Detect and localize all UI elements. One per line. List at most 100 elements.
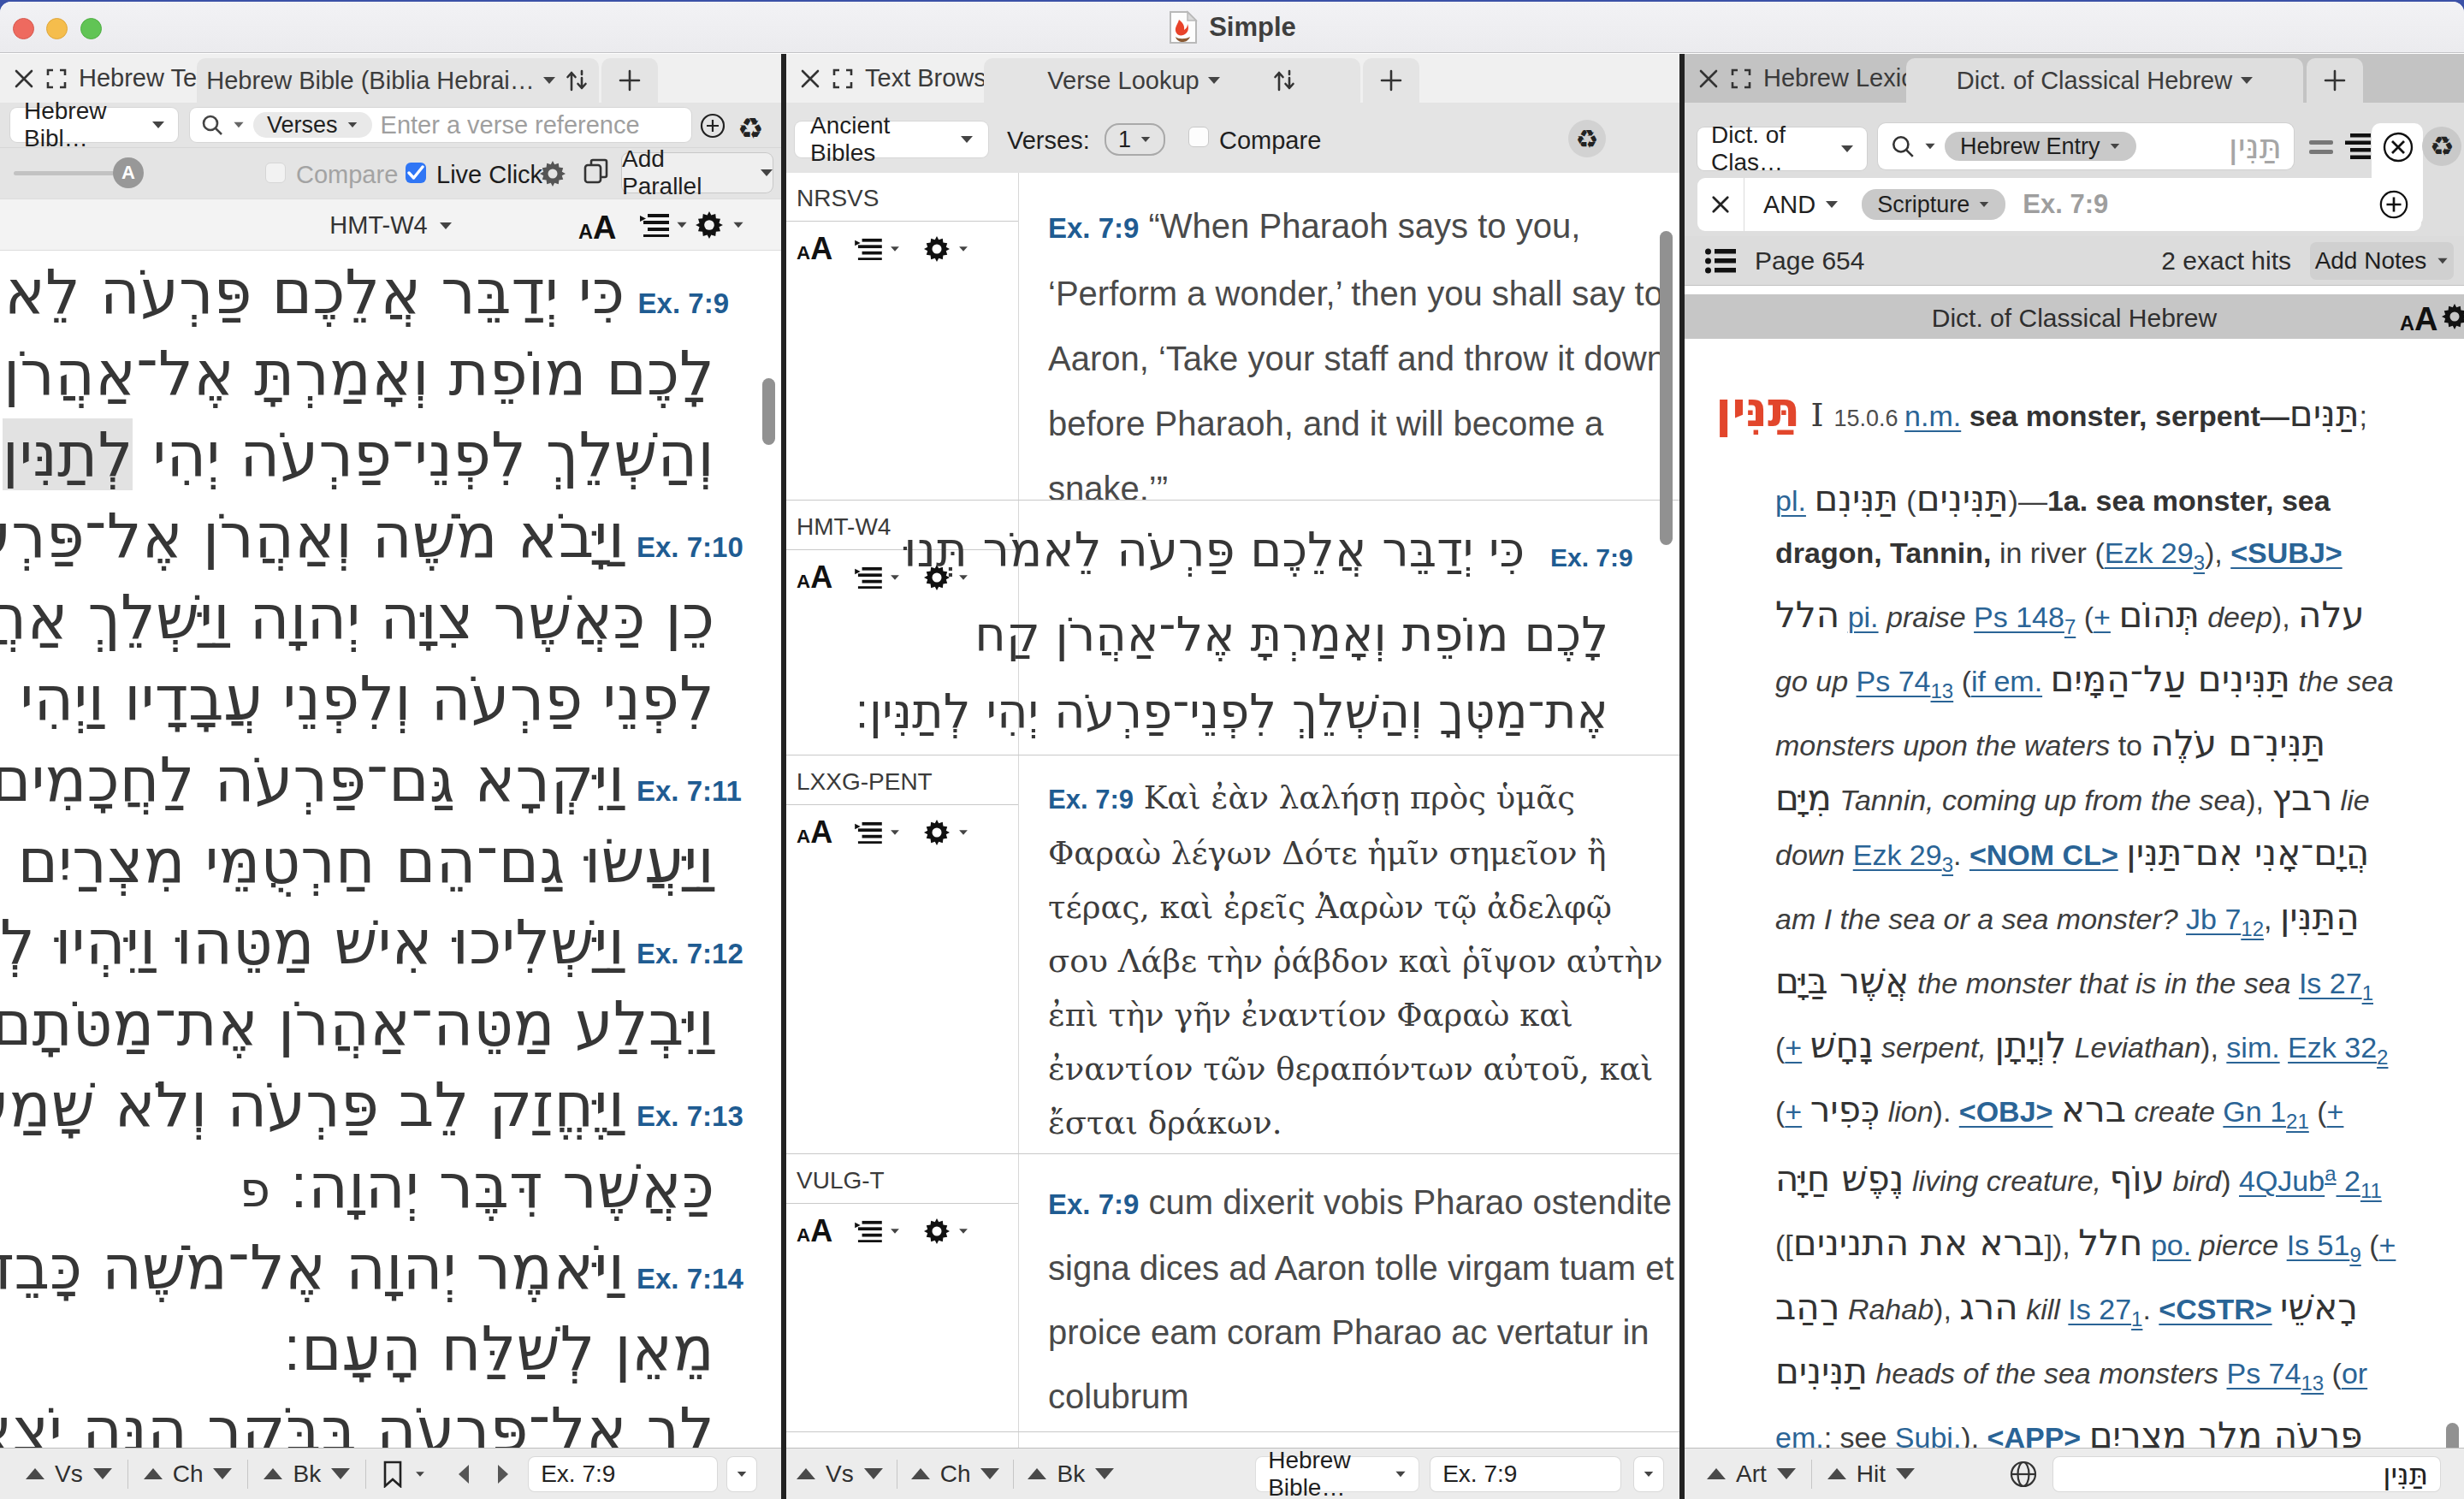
text-module-select[interactable]: Hebrew Bibl…: [10, 108, 178, 142]
article-down-icon[interactable]: [1777, 1468, 1796, 1479]
live-click-checkbox[interactable]: [406, 163, 426, 183]
search-options-caret-icon[interactable]: [1925, 144, 1934, 149]
verse-down-icon[interactable]: [93, 1468, 112, 1479]
dict-verse-subscript[interactable]: 1: [2131, 1307, 2142, 1330]
sort-icon[interactable]: [1271, 68, 1297, 93]
settings-gear-icon[interactable]: [923, 819, 951, 846]
live-click-settings-gear-icon[interactable]: [539, 160, 566, 187]
reference-dropdown-button[interactable]: [727, 1457, 756, 1491]
globe-icon[interactable]: [2009, 1460, 2038, 1489]
font-size-icon[interactable]: AA: [578, 210, 616, 246]
book-down-icon[interactable]: [1095, 1468, 1114, 1479]
dict-link[interactable]: or: [2342, 1357, 2367, 1389]
dict-verse-subscript[interactable]: 12: [2241, 917, 2264, 940]
dict-tag-link[interactable]: <OBJ>: [1959, 1095, 2053, 1128]
dict-verse-subscript[interactable]: 7: [2064, 615, 2076, 638]
expand-zone-icon[interactable]: [1731, 68, 1751, 89]
text-display-caret-icon[interactable]: [891, 246, 899, 252]
article-up-icon[interactable]: [1707, 1468, 1726, 1479]
verse-reference[interactable]: Ex. 7:14: [637, 1238, 729, 1319]
verse-reference[interactable]: Ex. 7:11: [637, 750, 729, 832]
dict-link[interactable]: Ps 74: [1857, 665, 1931, 697]
tab-caret-icon[interactable]: [1208, 77, 1220, 84]
dict-superscript[interactable]: a: [2325, 1162, 2336, 1185]
search-options-caret-icon[interactable]: [234, 122, 243, 127]
dict-link[interactable]: +: [2327, 1095, 2344, 1128]
dict-tag-link[interactable]: <NOM CL>: [1969, 838, 2118, 871]
module-settings-caret-icon[interactable]: [733, 222, 743, 228]
close-zone-icon[interactable]: [800, 68, 820, 89]
text-align-icon[interactable]: [2345, 133, 2371, 159]
lexicon-go-field[interactable]: תַּנִּין: [2053, 1457, 2440, 1491]
dict-link[interactable]: 2: [2337, 1164, 2360, 1197]
entry-list-icon[interactable]: [1705, 248, 1736, 274]
dict-verse-subscript[interactable]: 3: [2194, 551, 2205, 574]
verse-reference[interactable]: Ex. 7:12: [637, 913, 729, 994]
dict-link[interactable]: Is 27: [2068, 1293, 2131, 1325]
dict-link[interactable]: +: [1785, 1095, 1802, 1128]
verse-reference[interactable]: Ex. 7:9: [1550, 519, 1620, 596]
settings-gear-icon[interactable]: [923, 235, 951, 263]
hit-up-icon[interactable]: [1827, 1468, 1846, 1479]
text-display-caret-icon[interactable]: [891, 1229, 899, 1234]
verse-count-select[interactable]: 1: [1105, 123, 1165, 156]
chapter-stepper[interactable]: Ch: [911, 1460, 1000, 1488]
verse-reference[interactable]: Ex. 7:9: [1048, 212, 1139, 244]
add-parallel-button[interactable]: Add Parallel: [622, 153, 773, 193]
verse-up-icon[interactable]: [797, 1468, 815, 1479]
verse-down-icon[interactable]: [864, 1468, 883, 1479]
hit-stepper[interactable]: Hit: [1827, 1460, 1915, 1488]
font-size-icon[interactable]: AA: [797, 231, 832, 267]
text-display-caret-icon[interactable]: [891, 575, 899, 580]
settings-caret-icon[interactable]: [959, 1229, 968, 1234]
tab-dict-classical-hebrew[interactable]: Dict. of Classical Hebrew: [1906, 58, 2303, 103]
search-scope-pill[interactable]: Verses: [253, 112, 372, 138]
dict-link[interactable]: Ezk 32: [2288, 1031, 2377, 1064]
text-size-slider-knob[interactable]: A: [113, 157, 144, 188]
clear-search-icon[interactable]: [2382, 131, 2414, 163]
text-display-icon[interactable]: [855, 1220, 882, 1242]
reference-dropdown-button[interactable]: [1634, 1457, 1663, 1491]
verse-stepper[interactable]: Vs: [26, 1460, 112, 1488]
dict-link[interactable]: Ezk 29: [1853, 838, 1942, 871]
lexicon-module-select[interactable]: Dict. of Clas…: [1697, 127, 1867, 170]
tab-hebrew-bible[interactable]: Hebrew Bible (Biblia Hebrai…: [197, 58, 599, 103]
close-zone-icon[interactable]: [14, 68, 34, 89]
tab-caret-icon[interactable]: [2241, 77, 2253, 84]
duplicate-pane-icon[interactable]: [583, 158, 609, 186]
verse-reference[interactable]: Ex. 7:13: [637, 1075, 729, 1157]
dict-link[interactable]: Ps 74: [2227, 1357, 2301, 1389]
dict-tag-link[interactable]: <APP>: [1987, 1421, 2082, 1449]
module-caret-icon[interactable]: [440, 222, 452, 229]
text-display-caret-icon[interactable]: [891, 830, 899, 835]
add-criteria-icon[interactable]: [2378, 189, 2409, 220]
dict-verse-subscript[interactable]: 2: [2377, 1046, 2388, 1069]
dict-verse-subscript[interactable]: 1: [2362, 981, 2373, 1004]
text-display-icon[interactable]: [855, 238, 882, 260]
middle-scrollbar-thumb[interactable]: [1660, 231, 1673, 545]
left-scrollbar-thumb[interactable]: [762, 378, 775, 445]
text-display-icon[interactable]: [640, 213, 669, 237]
dict-verse-subscript[interactable]: 13: [1931, 679, 1954, 702]
settings-gear-icon[interactable]: [923, 1218, 951, 1245]
chapter-stepper[interactable]: Ch: [144, 1460, 233, 1488]
search-hit-highlight[interactable]: לְתַנִּין: [3, 418, 133, 490]
tab-caret-icon[interactable]: [543, 77, 555, 84]
criteria-tag-pill[interactable]: Scripture: [1862, 189, 2005, 220]
right-scrollbar-thumb[interactable]: [2446, 1423, 2459, 1449]
close-zone-icon[interactable]: [1698, 68, 1719, 89]
dict-link[interactable]: +: [2094, 601, 2111, 633]
dict-verse-subscript[interactable]: 21: [2286, 1110, 2309, 1133]
lexicon-search-field[interactable]: Hebrew Entry תַּנִּין: [1878, 123, 2294, 169]
dict-tag-link[interactable]: <CSTR>: [2159, 1293, 2272, 1325]
dict-link[interactable]: n.m.: [1904, 400, 1961, 432]
text-size-slider-track[interactable]: [14, 171, 128, 175]
text-display-icon[interactable]: [855, 566, 882, 589]
bookmark-caret-icon[interactable]: [416, 1472, 424, 1477]
criteria-operator[interactable]: AND: [1763, 191, 1815, 219]
dict-link[interactable]: Ezk 29: [2105, 536, 2194, 569]
recycle-icon[interactable]: ♻︎: [737, 111, 763, 145]
dict-link[interactable]: if em.: [1971, 665, 2042, 697]
article-stepper[interactable]: Art: [1707, 1460, 1796, 1488]
dict-verse-subscript[interactable]: 9: [2349, 1243, 2360, 1266]
